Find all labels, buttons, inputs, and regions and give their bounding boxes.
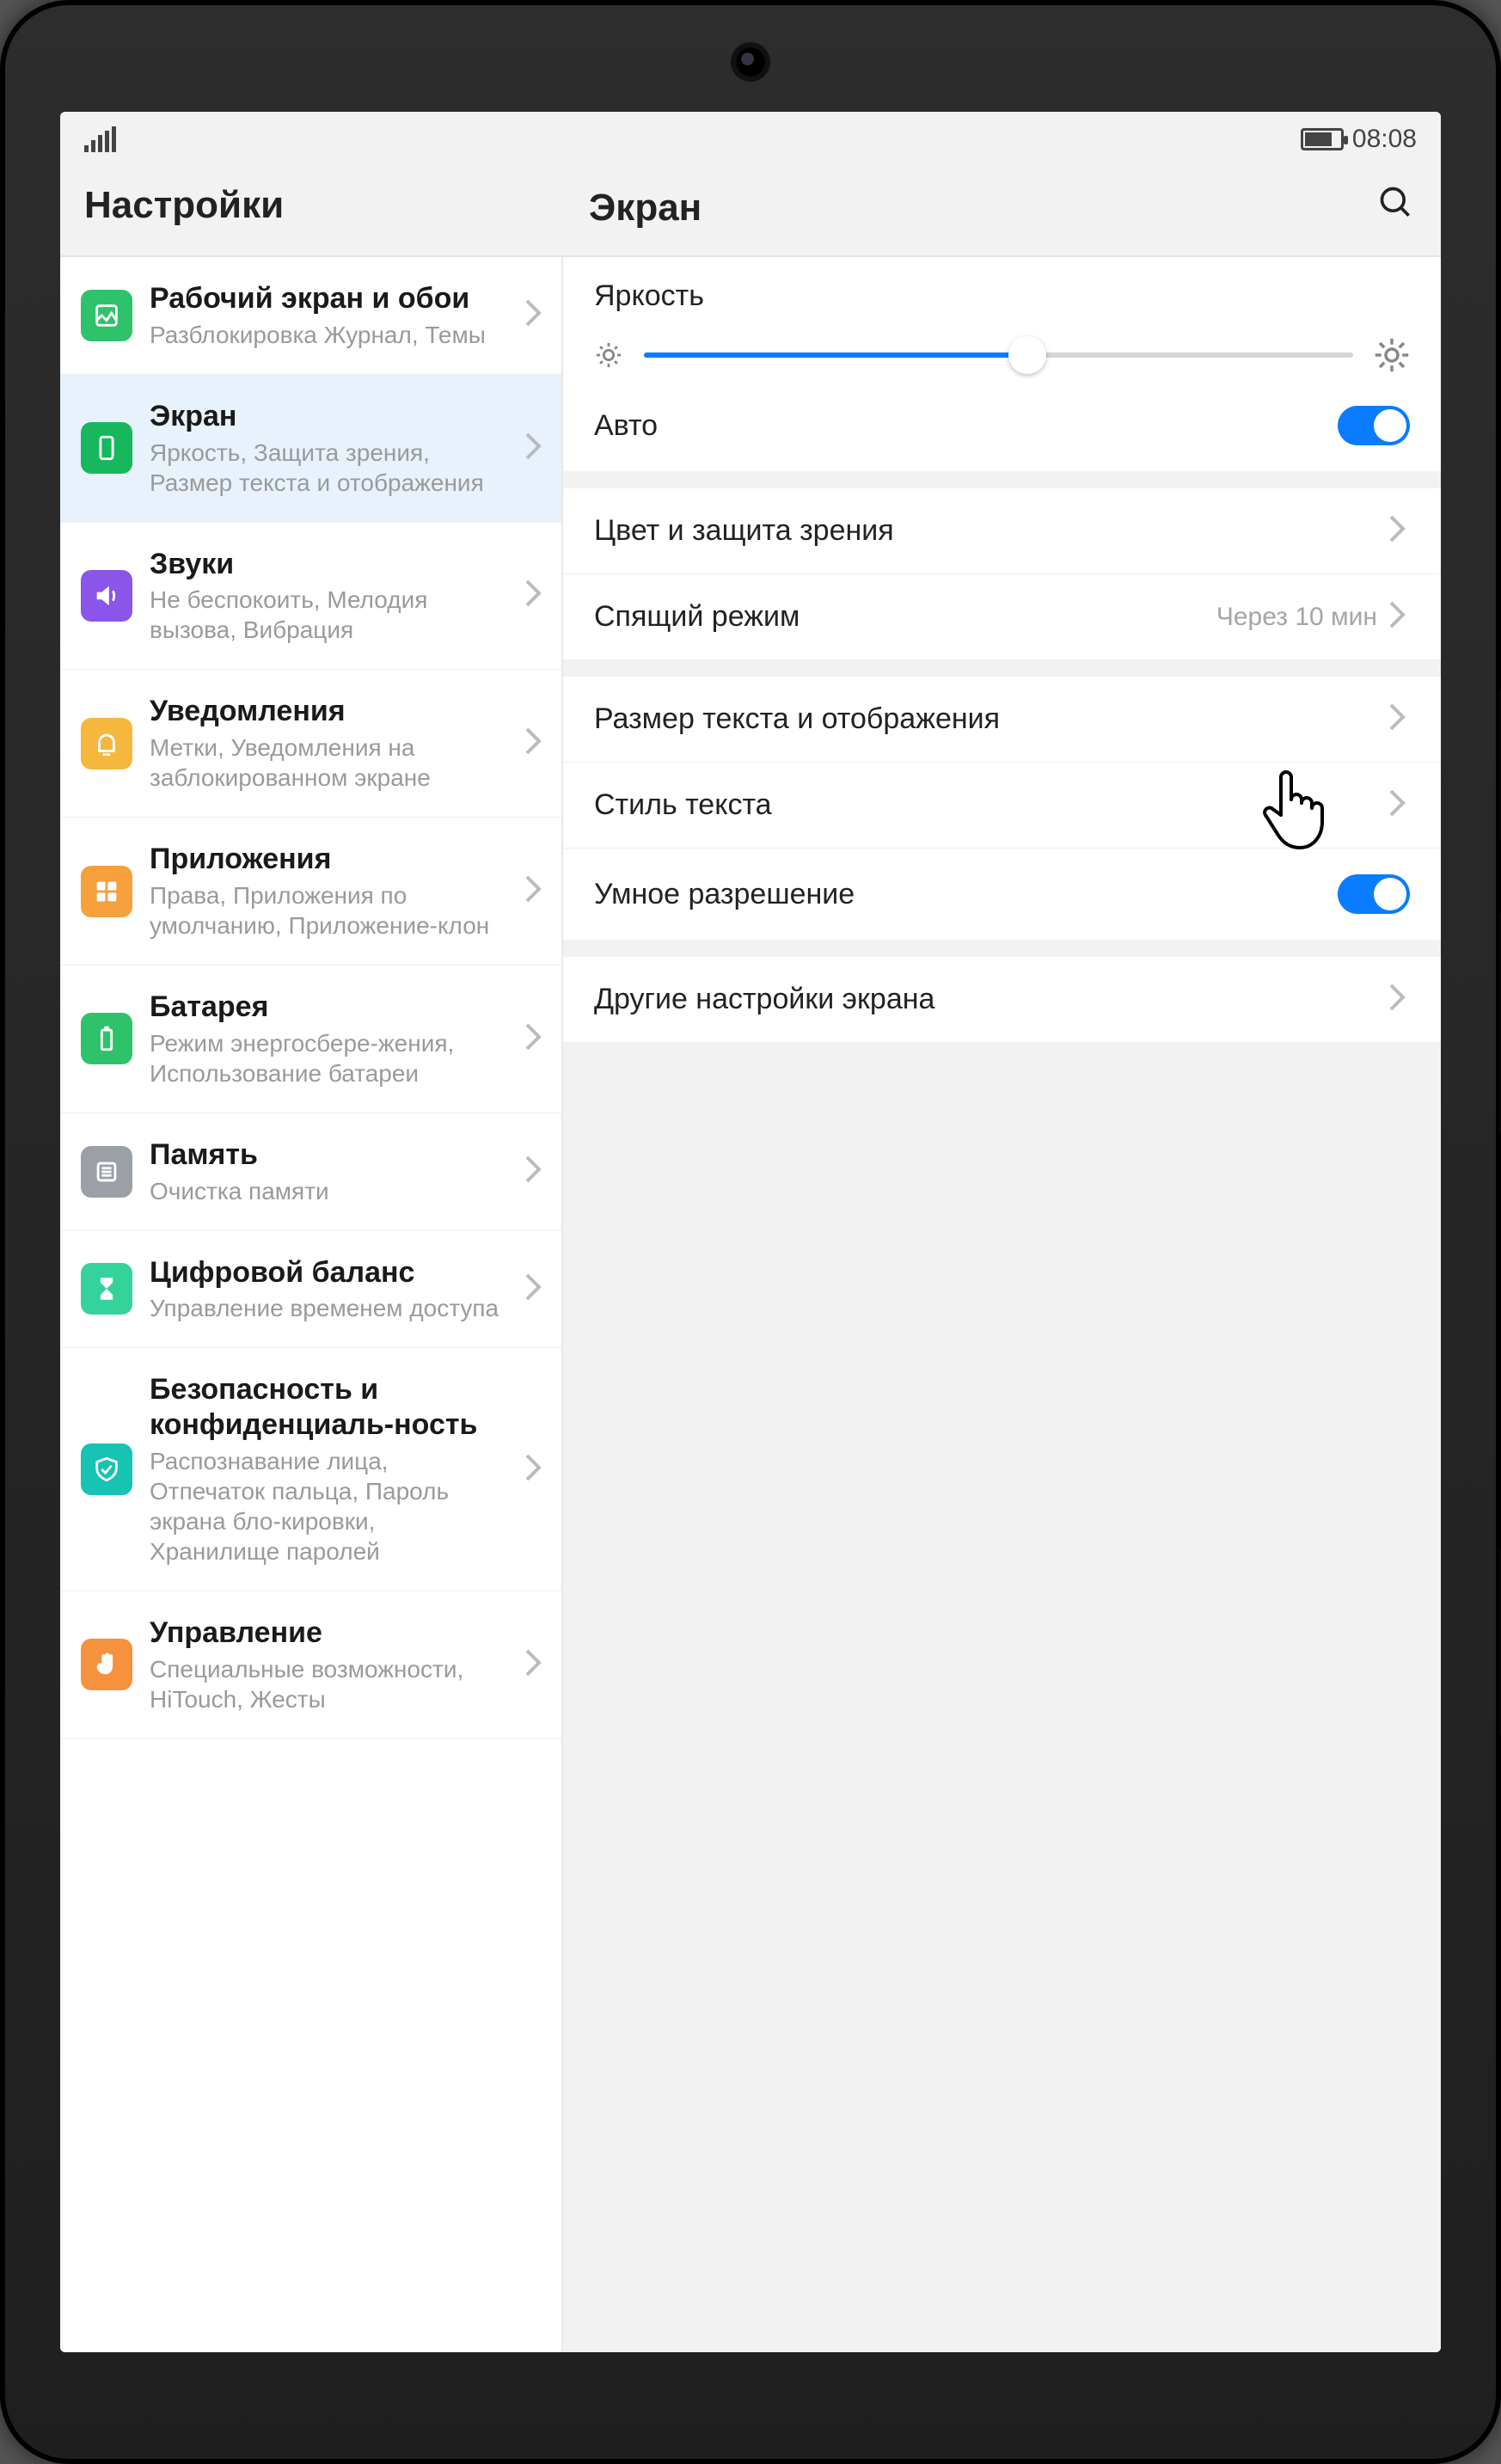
chevron-right-icon (525, 727, 546, 759)
sidebar-item-label: Память (150, 1137, 508, 1173)
sidebar-item-label: Уведомления (150, 694, 508, 729)
bell-icon (81, 718, 132, 769)
sidebar-item-sub: Разблокировка Журнал, Темы (150, 320, 508, 350)
sidebar-item-label: Цифровой баланс (150, 1255, 508, 1290)
screen: 08:08 Настройки Экран (60, 112, 1441, 2352)
sidebar-item-apps[interactable]: Приложения Права, Приложения по умолчани… (60, 818, 561, 965)
storage-icon (81, 1146, 132, 1198)
brightness-low-icon (594, 340, 623, 370)
sidebar-item-sounds[interactable]: Звуки Не беспокоить, Мелодия вызова, Виб… (60, 523, 561, 671)
chevron-right-icon (1389, 984, 1410, 1015)
chevron-right-icon (525, 875, 546, 907)
row-label: Цвет и защита зрения (594, 514, 894, 548)
sidebar-item-sub: Управление временем доступа (150, 1293, 508, 1323)
row-other-display[interactable]: Другие настройки экрана (563, 957, 1441, 1042)
row-label: Стиль текста (594, 788, 772, 822)
sound-icon (81, 570, 132, 622)
signal-icon (84, 126, 116, 152)
hourglass-icon (81, 1263, 132, 1315)
status-bar: 08:08 (60, 112, 1441, 167)
sidebar-item-home-wallpaper[interactable]: Рабочий экран и обои Разблокировка Журна… (60, 257, 561, 375)
sidebar-item-display[interactable]: Экран Яркость, Защита зрения, Размер тек… (60, 375, 561, 523)
row-smart-resolution[interactable]: Умное разрешение (563, 848, 1441, 940)
display-icon (81, 422, 132, 474)
sidebar-item-sub: Распознавание лица, Отпечаток пальца, Па… (150, 1446, 508, 1566)
brightness-slider[interactable] (644, 352, 1353, 358)
row-text-display-size[interactable]: Размер текста и отображения (563, 677, 1441, 762)
auto-brightness-toggle[interactable] (1338, 406, 1410, 445)
sidebar-item-sub: Не беспокоить, Мелодия вызова, Вибрация (150, 585, 508, 645)
sidebar-item-digital-balance[interactable]: Цифровой баланс Управление временем дост… (60, 1231, 561, 1349)
sidebar-title: Настройки (60, 167, 563, 255)
chevron-right-icon (525, 1155, 546, 1187)
chevron-right-icon (1389, 789, 1410, 821)
chevron-right-icon (525, 1273, 546, 1305)
sidebar-item-label: Приложения (150, 842, 508, 877)
chevron-right-icon (525, 432, 546, 464)
chevron-right-icon (1389, 515, 1410, 547)
sidebar-item-notifications[interactable]: Уведомления Метки, Уведомления на заблок… (60, 670, 561, 818)
chevron-right-icon (525, 1649, 546, 1681)
chevron-right-icon (1389, 601, 1410, 633)
row-label: Размер текста и отображения (594, 702, 1000, 736)
sidebar-item-label: Звуки (150, 547, 508, 582)
tablet-bezel: 08:08 Настройки Экран (0, 0, 1501, 2464)
row-value: Через 10 мин (1216, 603, 1377, 632)
search-icon[interactable] (1377, 184, 1415, 231)
sidebar-item-sub: Метки, Уведомления на заблокированном эк… (150, 732, 508, 793)
brightness-label: Яркость (594, 279, 1410, 313)
battery-icon (1301, 128, 1344, 150)
sidebar[interactable]: Рабочий экран и обои Разблокировка Журна… (60, 257, 563, 2352)
sidebar-item-sub: Специальные возможности, HiTouch, Жесты (150, 1654, 508, 1714)
row-sleep[interactable]: Спящий режим Через 10 мин (563, 573, 1441, 659)
sidebar-item-security[interactable]: Безопасность и конфиденциаль-ность Распо… (60, 1348, 561, 1591)
chevron-right-icon (525, 579, 546, 611)
sidebar-item-battery[interactable]: Батарея Режим энергосбере-жения, Использ… (60, 965, 561, 1113)
chevron-right-icon (525, 299, 546, 331)
slider-thumb[interactable] (1008, 336, 1046, 374)
battery-icon (81, 1013, 132, 1064)
sidebar-item-label: Безопасность и конфиденциаль-ность (150, 1372, 508, 1443)
shield-icon (81, 1443, 132, 1495)
row-label: Спящий режим (594, 600, 800, 634)
sidebar-item-sub: Режим энергосбере-жения, Использование б… (150, 1028, 508, 1088)
row-text-style[interactable]: Стиль текста (563, 762, 1441, 848)
headers: Настройки Экран (60, 167, 1441, 257)
row-label: Умное разрешение (594, 878, 855, 911)
sidebar-item-sub: Яркость, Защита зрения, Размер текста и … (150, 438, 508, 498)
sidebar-item-storage[interactable]: Память Очистка памяти (60, 1113, 561, 1231)
sidebar-item-sub: Права, Приложения по умолчанию, Приложен… (150, 880, 508, 941)
brightness-high-icon (1374, 337, 1410, 373)
sidebar-item-label: Экран (150, 399, 508, 434)
row-label: Другие настройки экрана (594, 983, 934, 1016)
chevron-right-icon (525, 1454, 546, 1486)
hand-icon (81, 1639, 132, 1690)
row-color-eye[interactable]: Цвет и защита зрения (563, 488, 1441, 573)
sidebar-item-accessibility[interactable]: Управление Специальные возможности, HiTo… (60, 1591, 561, 1739)
sidebar-item-label: Рабочий экран и обои (150, 281, 508, 316)
chevron-right-icon (1389, 703, 1410, 735)
smart-resolution-toggle[interactable] (1338, 874, 1410, 914)
sidebar-item-label: Управление (150, 1615, 508, 1651)
wallpaper-icon (81, 290, 132, 341)
main-pane: Яркость (563, 257, 1441, 2352)
front-camera (736, 47, 765, 77)
sidebar-item-sub: Очистка памяти (150, 1176, 508, 1206)
chevron-right-icon (525, 1023, 546, 1055)
row-label: Авто (594, 409, 658, 443)
sidebar-item-label: Батарея (150, 990, 508, 1025)
clock: 08:08 (1352, 125, 1417, 154)
row-auto-brightness[interactable]: Авто (563, 380, 1441, 471)
page-title: Экран (589, 187, 701, 230)
apps-icon (81, 866, 132, 917)
